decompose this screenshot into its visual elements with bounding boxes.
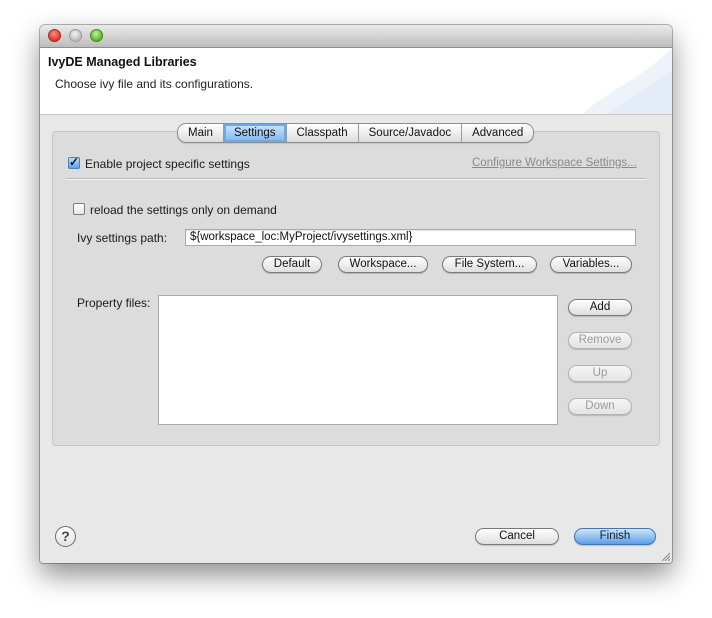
checkmark-icon: ✓ — [69, 155, 80, 169]
tab-settings[interactable]: Settings — [223, 124, 287, 142]
tab-source-javadoc[interactable]: Source/Javadoc — [359, 124, 463, 142]
up-button[interactable]: Up — [568, 365, 632, 382]
down-button[interactable]: Down — [568, 398, 632, 415]
zoom-icon[interactable] — [90, 29, 103, 42]
property-files-label: Property files: — [77, 296, 151, 310]
add-button[interactable]: Add — [568, 299, 632, 316]
resize-grip-icon[interactable] — [660, 551, 670, 561]
tab-main[interactable]: Main — [178, 124, 224, 142]
dialog-window: IvyDE Managed Libraries Choose ivy file … — [40, 25, 672, 563]
enable-project-settings-checkbox[interactable]: ✓ — [68, 155, 80, 169]
header-banner-art — [582, 48, 672, 114]
file-system-button[interactable]: File System... — [442, 256, 537, 273]
enable-project-settings-label[interactable]: Enable project specific settings — [85, 157, 250, 171]
tab-bar: Main Settings Classpath Source/Javadoc A… — [177, 123, 535, 143]
ivy-settings-path-input[interactable]: ${workspace_loc:MyProject/ivysettings.xm… — [185, 229, 636, 246]
title-bar[interactable] — [40, 25, 672, 48]
cancel-button[interactable]: Cancel — [475, 528, 559, 545]
remove-button[interactable]: Remove — [568, 332, 632, 349]
reload-on-demand-checkbox[interactable] — [73, 203, 85, 215]
tab-classpath[interactable]: Classpath — [287, 124, 359, 142]
minimize-icon[interactable] — [69, 29, 82, 42]
finish-button[interactable]: Finish — [574, 528, 656, 545]
help-icon[interactable]: ? — [55, 526, 76, 547]
configure-workspace-settings-link[interactable]: Configure Workspace Settings... — [472, 157, 637, 169]
dialog-header: IvyDE Managed Libraries Choose ivy file … — [40, 48, 672, 115]
dialog-title: IvyDE Managed Libraries — [48, 55, 197, 69]
close-icon[interactable] — [48, 29, 61, 42]
workspace-button[interactable]: Workspace... — [338, 256, 428, 273]
variables-button[interactable]: Variables... — [550, 256, 632, 273]
tab-advanced[interactable]: Advanced — [462, 124, 533, 142]
separator — [66, 178, 646, 180]
reload-on-demand-label[interactable]: reload the settings only on demand — [90, 203, 277, 217]
dialog-subtitle: Choose ivy file and its configurations. — [55, 77, 254, 91]
property-files-list[interactable] — [158, 295, 558, 425]
ivy-settings-path-label: Ivy settings path: — [77, 231, 168, 245]
default-button[interactable]: Default — [262, 256, 322, 273]
